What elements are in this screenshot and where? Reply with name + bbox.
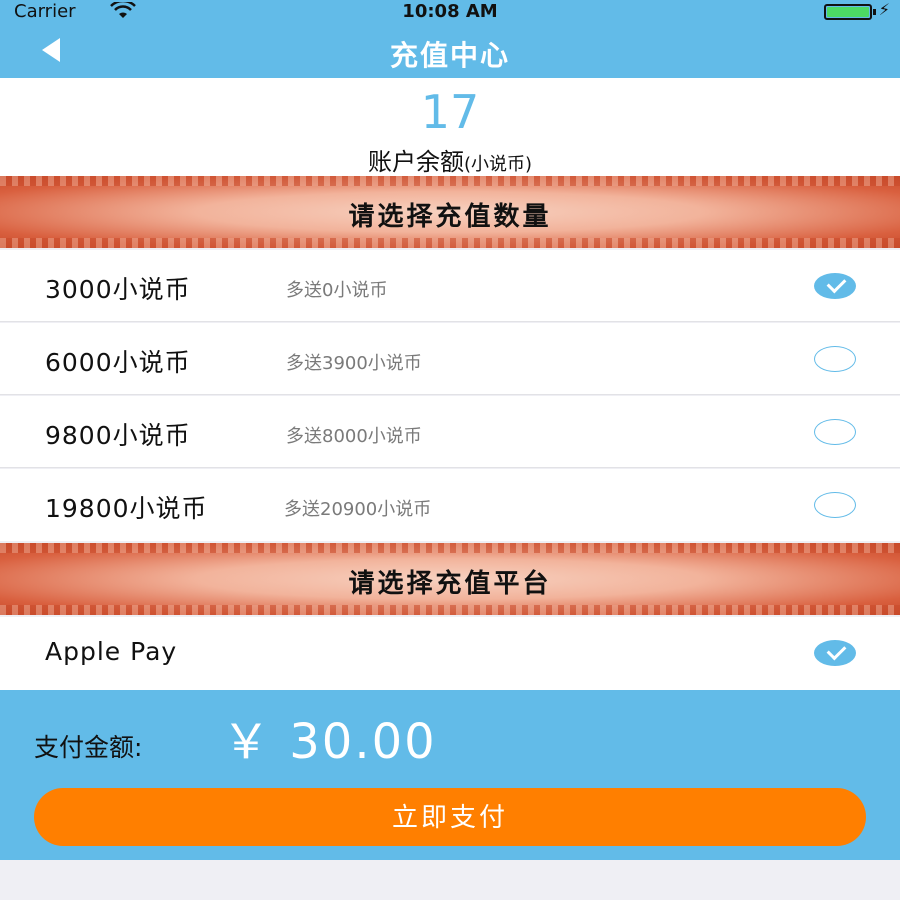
- checkmark-icon[interactable]: [814, 273, 856, 299]
- option-name: 9800小说币: [45, 421, 191, 450]
- balance-unit: (小说币): [463, 154, 533, 175]
- quantity-banner: 请选择充值数量: [0, 176, 900, 248]
- nav-bar: 充值中心: [0, 24, 900, 78]
- option-bonus: 多送0小说币: [286, 280, 388, 301]
- battery-tip: [873, 9, 876, 15]
- bolt-icon: ⚡: [878, 0, 890, 19]
- platform-banner: 请选择充值平台: [0, 543, 900, 615]
- quantity-option-19800[interactable]: 19800小说币 多送20900小说币: [0, 469, 900, 541]
- radio-unchecked-icon[interactable]: [814, 492, 856, 518]
- balance-label: 账户余额(小说币): [0, 142, 900, 177]
- option-name: 3000小说币: [45, 275, 191, 304]
- radio-unchecked-icon[interactable]: [814, 419, 856, 445]
- platform-name: Apple Pay: [45, 637, 178, 666]
- quantity-banner-text: 请选择充值数量: [348, 202, 552, 232]
- payment-area: 支付金额: ￥ 30.00 立即支付: [0, 690, 900, 860]
- balance-section: 17 账户余额(小说币): [0, 78, 900, 176]
- status-bar: Carrier 10:08 AM ⚡: [0, 0, 900, 24]
- radio-unchecked-icon[interactable]: [814, 346, 856, 372]
- balance-label-text: 账户余额: [367, 148, 464, 176]
- option-bonus: 多送8000小说币: [286, 426, 422, 447]
- payment-amount: ￥ 30.00: [222, 714, 437, 770]
- battery-icon: [824, 4, 872, 20]
- option-name: 6000小说币: [45, 348, 191, 377]
- option-bonus: 多送20900小说币: [284, 499, 432, 520]
- payment-label: 支付金额:: [34, 733, 143, 762]
- quantity-option-9800[interactable]: 9800小说币 多送8000小说币: [0, 396, 900, 468]
- balance-amount: 17: [420, 85, 480, 139]
- pay-now-button[interactable]: 立即支付: [34, 788, 866, 846]
- quantity-option-6000[interactable]: 6000小说币 多送3900小说币: [0, 323, 900, 395]
- platform-option-apple-pay[interactable]: Apple Pay: [0, 617, 900, 690]
- status-time: 10:08 AM: [402, 1, 498, 22]
- page-title: 充值中心: [389, 39, 510, 72]
- platform-banner-text: 请选择充值平台: [348, 569, 552, 599]
- checkmark-icon[interactable]: [814, 640, 856, 666]
- option-name: 19800小说币: [45, 494, 208, 523]
- quantity-option-3000[interactable]: 3000小说币 多送0小说币: [0, 250, 900, 322]
- option-bonus: 多送3900小说币: [286, 353, 422, 374]
